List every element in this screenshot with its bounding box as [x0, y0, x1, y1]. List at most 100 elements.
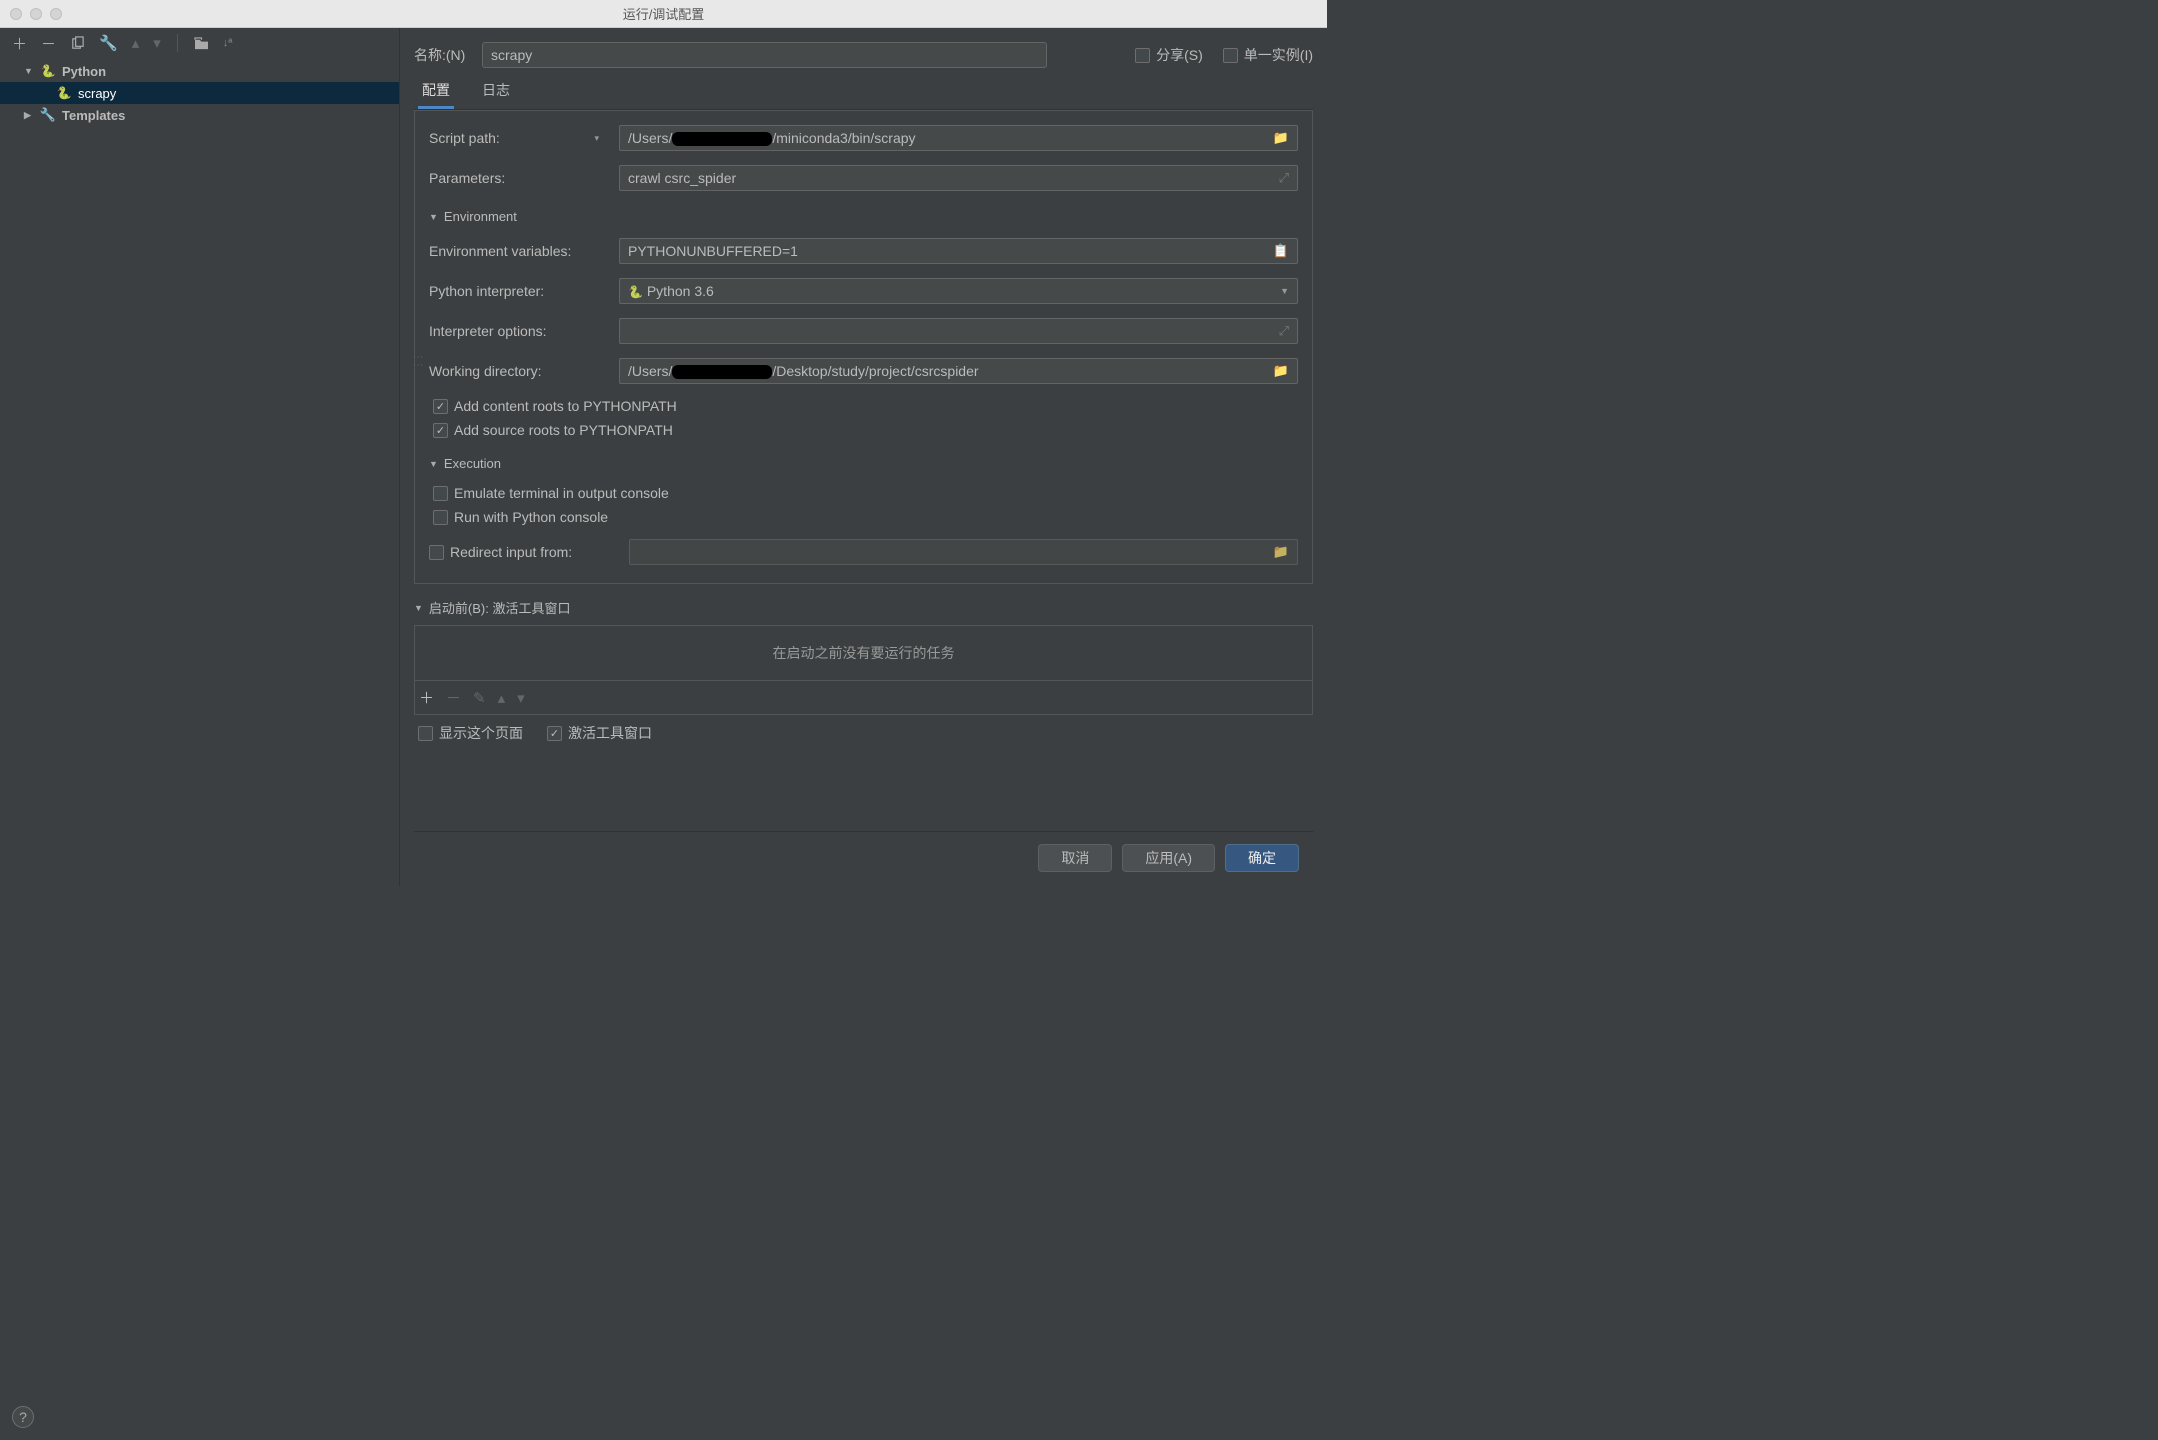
- before-launch-list: 在启动之前没有要运行的任务: [414, 625, 1313, 681]
- add-source-roots-checkbox[interactable]: Add source roots to PYTHONPATH: [433, 422, 673, 438]
- redirect-input-field[interactable]: 📁: [629, 539, 1298, 565]
- expand-icon[interactable]: ⤢: [1279, 323, 1289, 339]
- tab-config[interactable]: 配置: [418, 74, 454, 109]
- apply-button[interactable]: 应用(A): [1122, 844, 1215, 872]
- toolbar-separator: [177, 34, 178, 52]
- tab-log[interactable]: 日志: [478, 74, 514, 109]
- window-title: 运行/调试配置: [623, 4, 705, 23]
- browse-folder-icon[interactable]: 📁: [1273, 544, 1289, 560]
- tabs: 配置 日志: [414, 74, 1313, 110]
- copy-icon[interactable]: [70, 36, 85, 51]
- activate-tool-window-checkbox[interactable]: 激活工具窗口: [547, 723, 652, 743]
- script-path-label[interactable]: Script path:: [429, 130, 609, 146]
- activate-tool-window-label: 激活工具窗口: [568, 723, 652, 743]
- chevron-down-icon: ▼: [429, 212, 438, 222]
- move-down-icon[interactable]: ▾: [153, 34, 161, 52]
- browse-folder-icon[interactable]: 📁: [1273, 130, 1289, 146]
- script-path-input[interactable]: /Users//miniconda3/bin/scrapy 📁: [619, 125, 1298, 151]
- tree-group-templates[interactable]: ▶ 🔧 Templates: [0, 104, 399, 126]
- env-vars-input[interactable]: PYTHONUNBUFFERED=1 📋: [619, 238, 1298, 264]
- before-launch-header[interactable]: ▼ 启动前(B): 激活工具窗口: [414, 598, 1313, 617]
- add-source-roots-label: Add source roots to PYTHONPATH: [454, 422, 673, 438]
- ok-button[interactable]: 确定: [1225, 844, 1299, 872]
- checkbox-icon: [433, 486, 448, 501]
- redirect-input-label: Redirect input from:: [450, 544, 572, 560]
- interpreter-select[interactable]: 🐍 Python 3.6 ▼: [619, 278, 1298, 304]
- checkbox-icon: [1223, 48, 1238, 63]
- remove-icon[interactable]: －: [41, 33, 56, 54]
- checkbox-checked-icon: [433, 399, 448, 414]
- expand-icon[interactable]: ⤢: [1279, 170, 1289, 186]
- move-up-icon[interactable]: ▴: [498, 689, 506, 707]
- tree-group-python[interactable]: ▼ 🐍 Python: [0, 60, 399, 82]
- execution-section-label: Execution: [444, 456, 501, 471]
- redacted-text: [672, 365, 772, 379]
- resize-grip[interactable]: ⋮⋮: [414, 352, 423, 368]
- share-checkbox[interactable]: 分享(S): [1135, 45, 1203, 65]
- add-icon[interactable]: ＋: [419, 687, 434, 708]
- name-label: 名称:(N): [414, 45, 472, 65]
- checkbox-icon: [418, 726, 433, 741]
- name-input[interactable]: [482, 42, 1047, 68]
- redacted-text: [672, 132, 772, 146]
- python-icon: 🐍: [40, 63, 56, 79]
- before-launch-label: 启动前(B): 激活工具窗口: [429, 598, 571, 617]
- share-label: 分享(S): [1156, 45, 1203, 65]
- button-bar: 取消 应用(A) 确定: [414, 831, 1313, 886]
- wrench-icon: 🔧: [40, 107, 56, 123]
- chevron-down-icon: ▼: [414, 603, 423, 613]
- sort-icon[interactable]: ↓ª: [223, 37, 233, 49]
- tree-label: Python: [62, 64, 106, 79]
- show-page-checkbox[interactable]: 显示这个页面: [418, 723, 523, 743]
- execution-section-header[interactable]: ▼ Execution: [429, 456, 1298, 471]
- move-down-icon[interactable]: ▾: [517, 689, 525, 707]
- maximize-window-icon[interactable]: [50, 8, 62, 20]
- single-instance-checkbox[interactable]: 单一实例(I): [1223, 45, 1313, 65]
- working-dir-input[interactable]: /Users//Desktop/study/project/csrcspider…: [619, 358, 1298, 384]
- help-button[interactable]: ?: [12, 1406, 34, 1428]
- chevron-down-icon: ▼: [1280, 286, 1289, 296]
- parameters-input[interactable]: crawl csrc_spider ⤢: [619, 165, 1298, 191]
- working-dir-label: Working directory:: [429, 363, 609, 379]
- emulate-terminal-checkbox[interactable]: Emulate terminal in output console: [433, 485, 669, 501]
- checkbox-checked-icon: [547, 726, 562, 741]
- chevron-down-icon: ▼: [429, 459, 438, 469]
- minimize-window-icon[interactable]: [30, 8, 42, 20]
- emulate-terminal-label: Emulate terminal in output console: [454, 485, 669, 501]
- checkbox-checked-icon: [433, 423, 448, 438]
- config-tree: ▼ 🐍 Python 🐍 scrapy ▶ 🔧 Templates: [0, 58, 399, 886]
- close-window-icon[interactable]: [10, 8, 22, 20]
- before-launch-empty-text: 在启动之前没有要运行的任务: [773, 643, 955, 663]
- single-instance-label: 单一实例(I): [1244, 45, 1313, 65]
- config-panel: Script path: /Users//miniconda3/bin/scra…: [414, 110, 1313, 584]
- interp-options-label: Interpreter options:: [429, 323, 609, 339]
- show-page-label: 显示这个页面: [439, 723, 523, 743]
- cancel-button[interactable]: 取消: [1038, 844, 1112, 872]
- run-python-console-checkbox[interactable]: Run with Python console: [433, 509, 608, 525]
- move-up-icon[interactable]: ▴: [132, 34, 140, 52]
- sidebar-toolbar: ＋ － 🔧 ▴ ▾ ↓ª: [0, 28, 399, 58]
- interp-options-input[interactable]: ⤢: [619, 318, 1298, 344]
- checkbox-icon: [1135, 48, 1150, 63]
- tree-item-scrapy[interactable]: 🐍 scrapy: [0, 82, 399, 104]
- add-icon[interactable]: ＋: [12, 33, 27, 54]
- edit-icon[interactable]: ✎: [473, 689, 486, 707]
- environment-section-header[interactable]: ▼ Environment: [429, 209, 1298, 224]
- run-python-console-label: Run with Python console: [454, 509, 608, 525]
- before-launch-toolbar: ＋ － ✎ ▴ ▾: [414, 681, 1313, 715]
- browse-list-icon[interactable]: 📋: [1273, 243, 1289, 259]
- parameters-label: Parameters:: [429, 170, 609, 186]
- tree-label: Templates: [62, 108, 125, 123]
- folder-icon[interactable]: [194, 37, 209, 50]
- redirect-input-checkbox[interactable]: Redirect input from:: [429, 544, 619, 560]
- remove-icon[interactable]: －: [446, 687, 461, 708]
- checkbox-icon: [429, 545, 444, 560]
- wrench-icon[interactable]: 🔧: [99, 34, 118, 52]
- chevron-down-icon: ▼: [24, 66, 36, 76]
- titlebar: 运行/调试配置: [0, 0, 1327, 28]
- checkbox-icon: [433, 510, 448, 525]
- add-content-roots-checkbox[interactable]: Add content roots to PYTHONPATH: [433, 398, 677, 414]
- sidebar: ＋ － 🔧 ▴ ▾ ↓ª ▼ 🐍 Python 🐍 scrapy: [0, 28, 400, 886]
- python-file-icon: 🐍: [56, 85, 72, 101]
- browse-folder-icon[interactable]: 📁: [1273, 363, 1289, 379]
